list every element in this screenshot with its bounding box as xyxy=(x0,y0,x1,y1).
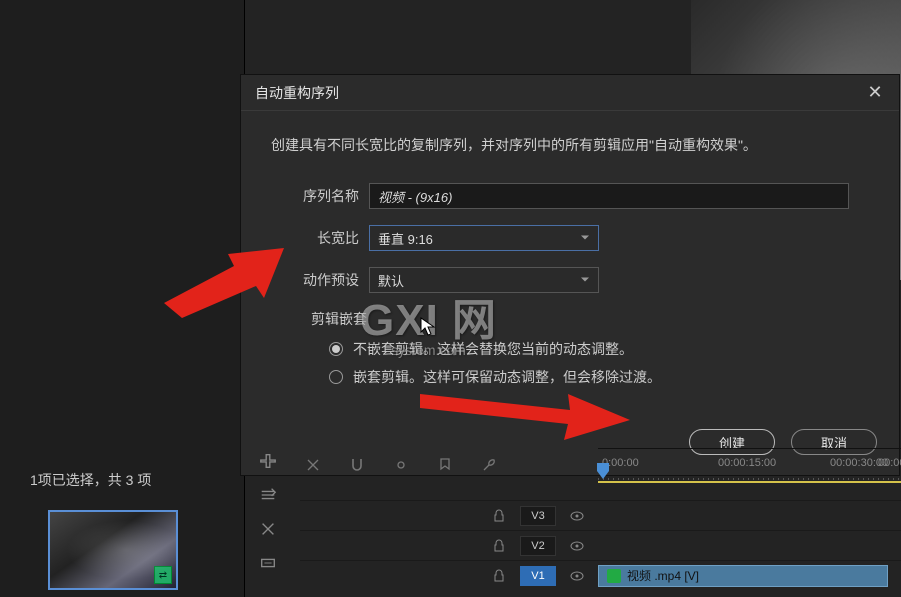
eye-icon[interactable] xyxy=(570,539,584,553)
aspect-ratio-value: 垂直 9:16 xyxy=(378,229,433,248)
playhead-icon[interactable] xyxy=(596,462,610,480)
label-motion-preset: 动作预设 xyxy=(271,270,359,290)
track-label-v2[interactable]: V2 xyxy=(520,536,556,556)
eye-icon[interactable] xyxy=(570,569,584,583)
motion-preset-value: 默认 xyxy=(378,271,404,290)
close-icon[interactable]: ✕ xyxy=(865,83,885,103)
linked-selection-icon[interactable] xyxy=(392,456,410,474)
dialog-description: 创建具有不同长宽比的复制序列，并对序列中的所有剪辑应用"自动重构效果"。 xyxy=(271,135,869,155)
dialog-body: 创建具有不同长宽比的复制序列，并对序列中的所有剪辑应用"自动重构效果"。 序列名… xyxy=(241,111,899,415)
lock-icon[interactable] xyxy=(492,569,506,583)
clip-type-badge-icon: ⇄ xyxy=(154,566,172,584)
selection-status: 1项已选择，共 3 项 xyxy=(30,470,151,490)
ruler-ticks xyxy=(598,478,901,480)
sequence-name-input[interactable] xyxy=(369,183,849,209)
project-item-thumbnail[interactable]: ⇄ xyxy=(48,510,178,590)
auto-reframe-sequence-dialog: 自动重构序列 ✕ 创建具有不同长宽比的复制序列，并对序列中的所有剪辑应用"自动重… xyxy=(240,74,900,476)
row-sequence-name: 序列名称 xyxy=(271,183,869,209)
timeline-header-icons xyxy=(304,456,498,474)
label-clip-nesting: 剪辑嵌套 xyxy=(311,309,869,329)
lock-icon[interactable] xyxy=(492,539,506,553)
timeline-tool-column xyxy=(252,450,284,574)
radio-icon xyxy=(329,370,343,384)
radio-nest[interactable]: 嵌套剪辑。这样可保留动态调整，但会移除过渡。 xyxy=(329,367,869,387)
project-panel xyxy=(0,0,245,597)
label-aspect-ratio: 长宽比 xyxy=(271,228,359,248)
track-label-v1[interactable]: V1 xyxy=(520,566,556,586)
radio-icon xyxy=(329,342,343,356)
magnet-icon[interactable] xyxy=(348,456,366,474)
radio-no-nest-label: 不嵌套剪辑。这样会替换您当前的动态调整。 xyxy=(353,339,633,359)
timeline-ruler[interactable]: 0:00:00 00:00:15:00 00:00:30:00 00:00:4 xyxy=(598,448,901,480)
razor-tool-icon[interactable] xyxy=(257,518,279,540)
lock-icon[interactable] xyxy=(492,509,506,523)
overwrite-tool-icon[interactable] xyxy=(257,484,279,506)
timeline-clip[interactable]: 视频 .mp4 [V] xyxy=(598,565,888,587)
timecode-1: 00:00:15:00 xyxy=(718,457,776,469)
marker-icon[interactable] xyxy=(436,456,454,474)
label-sequence-name: 序列名称 xyxy=(271,186,359,206)
track-v1[interactable]: V1 视频 .mp4 [V] xyxy=(300,560,901,590)
chevron-down-icon xyxy=(580,231,590,246)
aspect-ratio-select[interactable]: 垂直 9:16 xyxy=(369,225,599,251)
radio-nest-label: 嵌套剪辑。这样可保留动态调整，但会移除过渡。 xyxy=(353,367,661,387)
track-v2[interactable]: V2 xyxy=(300,530,901,560)
settings-wrench-icon[interactable] xyxy=(480,456,498,474)
eye-icon[interactable] xyxy=(570,509,584,523)
radio-no-nest[interactable]: 不嵌套剪辑。这样会替换您当前的动态调整。 xyxy=(329,339,869,359)
fx-badge-icon xyxy=(607,569,621,583)
dialog-title: 自动重构序列 xyxy=(255,83,865,103)
snap-icon[interactable] xyxy=(304,456,322,474)
timeline-tracks: V3 V2 V1 视频 .mp4 [V] xyxy=(300,500,901,590)
chevron-down-icon xyxy=(580,273,590,288)
slip-tool-icon[interactable] xyxy=(257,552,279,574)
dialog-titlebar: 自动重构序列 ✕ xyxy=(241,75,899,111)
track-label-v3[interactable]: V3 xyxy=(520,506,556,526)
clip-label: 视频 .mp4 [V] xyxy=(627,567,699,584)
row-aspect-ratio: 长宽比 垂直 9:16 xyxy=(271,225,869,251)
track-v3[interactable]: V3 xyxy=(300,500,901,530)
row-motion-preset: 动作预设 默认 xyxy=(271,267,869,293)
motion-preset-select[interactable]: 默认 xyxy=(369,267,599,293)
timecode-3: 00:00:4 xyxy=(878,457,901,469)
work-area-bar[interactable] xyxy=(598,481,901,483)
insert-tool-icon[interactable] xyxy=(257,450,279,472)
